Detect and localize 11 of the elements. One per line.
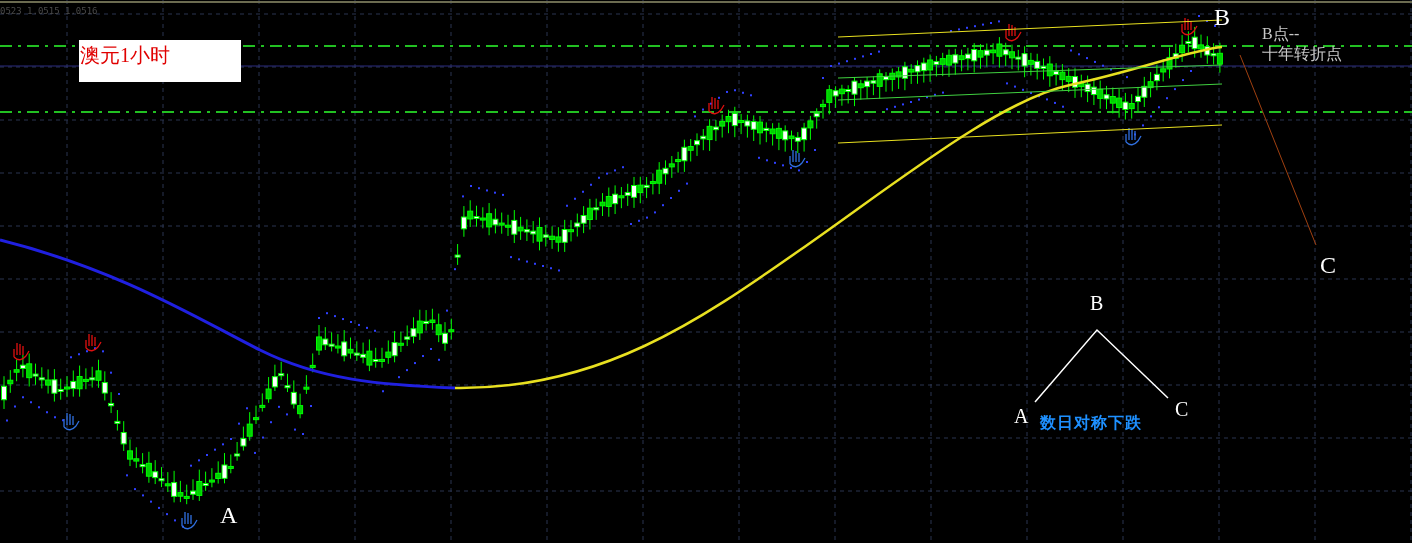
diagram-label: A	[1014, 405, 1029, 428]
point-label: C	[1320, 252, 1336, 279]
point-label: A	[220, 502, 238, 529]
chart-title: 澳元1小时	[79, 40, 241, 82]
annotation-text: B点--	[1262, 24, 1300, 44]
diagram-label: C	[1175, 398, 1189, 421]
diagram-label: B	[1090, 292, 1104, 315]
annotation-text: 十年转折点	[1262, 44, 1342, 64]
point-label: B	[1214, 4, 1230, 31]
price-readout: 0523 1.0515 1.0516	[0, 6, 98, 16]
diagram-caption: 数日对称下跌	[1040, 413, 1142, 433]
